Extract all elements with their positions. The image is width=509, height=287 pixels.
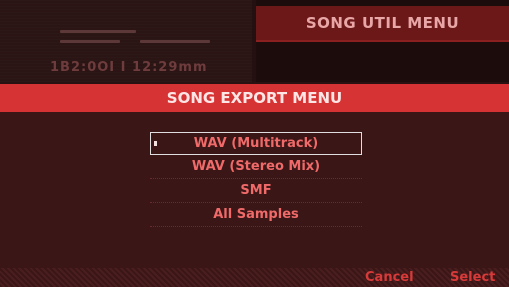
footer-bar <box>0 268 509 287</box>
menu-item-wav-multitrack[interactable]: WAV (Multitrack) <box>150 132 362 155</box>
menu-item-wav-stereo-mix[interactable]: WAV (Stereo Mix) <box>150 155 362 179</box>
song-info-panel: 1B2:0OI I 12:29mm <box>0 0 252 82</box>
menu-item-label: WAV (Stereo Mix) <box>191 159 321 174</box>
dim-info-line <box>140 40 210 43</box>
cancel-button[interactable]: Cancel <box>365 270 414 285</box>
menu-item-label: SMF <box>240 183 272 198</box>
dim-info-line <box>60 30 136 33</box>
export-menu-list: WAV (Multitrack) WAV (Stereo Mix) SMF Al… <box>150 132 362 227</box>
export-menu-header: SONG EXPORT MENU <box>0 84 509 112</box>
device-screen: 1B2:0OI I 12:29mm SONG UTIL MENU SONG EX… <box>0 0 509 287</box>
menu-item-smf[interactable]: SMF <box>150 179 362 203</box>
util-menu-header: SONG UTIL MENU <box>256 6 509 42</box>
menu-item-label: WAV (Multitrack) <box>193 136 319 151</box>
util-menu-title: SONG UTIL MENU <box>305 14 460 32</box>
export-menu-title: SONG EXPORT MENU <box>166 89 343 107</box>
cursor-icon <box>154 141 157 146</box>
select-button[interactable]: Select <box>450 270 495 285</box>
menu-item-all-samples[interactable]: All Samples <box>150 203 362 227</box>
dim-info-line <box>60 40 120 43</box>
menu-item-label: All Samples <box>213 207 299 222</box>
dim-status-text: 1B2:0OI I 12:29mm <box>50 60 208 75</box>
song-info-area: 1B2:0OI I 12:29mm SONG UTIL MENU <box>0 0 509 82</box>
